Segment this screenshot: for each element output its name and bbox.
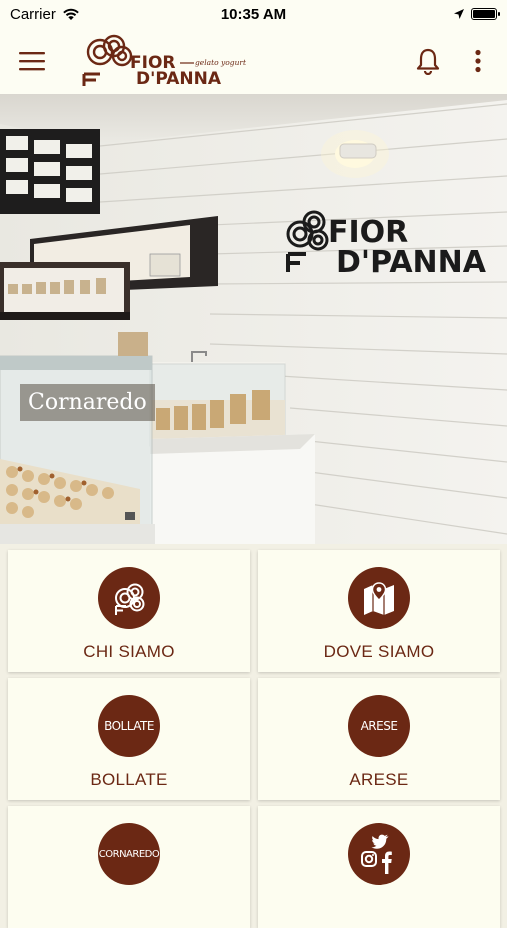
hero-banner[interactable]: FIOR D'PANNA Cornaredo <box>0 94 507 544</box>
instagram-icon <box>361 851 377 867</box>
bollate-badge-text: BOLLATE <box>104 719 154 733</box>
svg-text:D'PANNA: D'PANNA <box>336 245 487 280</box>
hamburger-icon <box>19 52 45 71</box>
tile-arese[interactable]: ARESE ARESE <box>258 678 500 800</box>
cornaredo-badge: CORNAREDO <box>98 823 160 885</box>
tile-label: CHI SIAMO <box>83 642 175 661</box>
svg-text:D'PANNA: D'PANNA <box>136 69 222 88</box>
hero-caption: Cornaredo <box>20 384 155 421</box>
more-options-button[interactable] <box>460 41 496 81</box>
map-icon <box>364 582 394 615</box>
logo-swirl-icon <box>115 583 145 615</box>
cornaredo-badge-text: CORNAREDO <box>98 848 160 860</box>
menu-button[interactable] <box>0 28 64 94</box>
dove-siamo-badge <box>348 567 410 629</box>
bollate-badge: BOLLATE <box>98 695 160 757</box>
logo-swirl-icon: FIOR D'PANNA gelato yogurt <box>82 34 247 89</box>
app-bar: FIOR D'PANNA gelato yogurt <box>0 28 507 94</box>
tile-bollate[interactable]: BOLLATE BOLLATE <box>8 678 250 800</box>
tile-chi-siamo[interactable]: CHI SIAMO <box>8 550 250 672</box>
status-left: Carrier <box>10 6 80 23</box>
arese-badge: ARESE <box>348 695 410 757</box>
brand-logo: FIOR D'PANNA gelato yogurt <box>82 34 262 89</box>
facebook-icon <box>382 851 392 874</box>
carrier-label: Carrier <box>10 5 56 23</box>
battery-icon <box>471 8 500 20</box>
shop-interior-photo: FIOR D'PANNA <box>0 94 507 544</box>
tile-social[interactable] <box>258 806 500 928</box>
menu-grid: CHI SIAMO DOVE SIAMO BOLLATE BOLLATE ARE… <box>0 544 507 928</box>
notifications-button[interactable] <box>408 41 448 81</box>
twitter-icon <box>371 834 389 849</box>
social-badge <box>348 823 410 885</box>
bell-icon <box>416 48 440 75</box>
chi-siamo-badge <box>98 567 160 629</box>
arese-badge-text: ARESE <box>360 719 398 733</box>
location-arrow-icon <box>454 9 464 19</box>
tile-label: ARESE <box>349 770 409 789</box>
social-icons <box>361 834 392 874</box>
tile-dove-siamo[interactable]: DOVE SIAMO <box>258 550 500 672</box>
status-right <box>453 8 500 20</box>
more-vertical-icon <box>475 49 481 73</box>
tile-label: DOVE SIAMO <box>323 642 435 661</box>
status-bar: Carrier 10:35 AM <box>0 0 507 28</box>
svg-text:gelato yogurt: gelato yogurt <box>195 58 247 67</box>
wifi-icon <box>63 8 79 20</box>
tile-label: BOLLATE <box>90 770 168 789</box>
tile-cornaredo[interactable]: CORNAREDO <box>8 806 250 928</box>
